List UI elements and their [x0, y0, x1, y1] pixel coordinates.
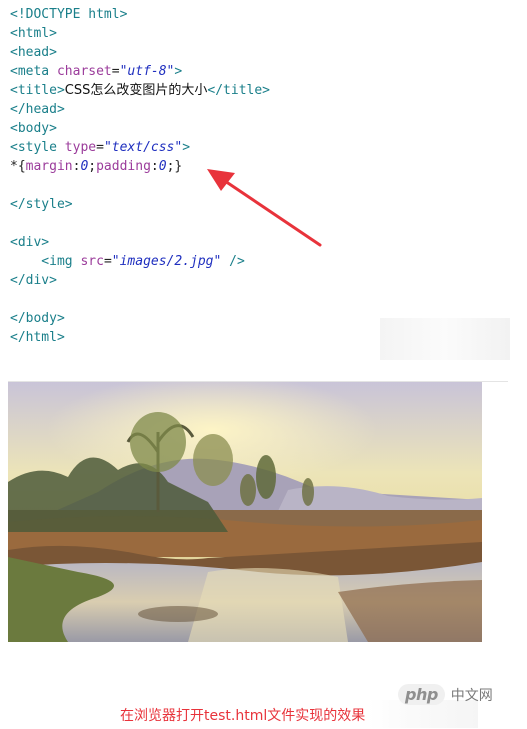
code-line: <!DOCTYPE html>: [10, 5, 270, 24]
code-string: "text/css": [103, 140, 183, 155]
code-token: <meta: [10, 64, 50, 79]
code-punc: =: [103, 254, 112, 269]
code-line: <meta charset="utf-8">: [10, 62, 270, 81]
code-token: <style: [10, 140, 57, 155]
red-arrow-icon: [207, 169, 322, 247]
code-attr: type: [64, 140, 97, 155]
caption-text: 在浏览器打开test.html文件实现的效果: [120, 708, 366, 724]
code-line: <head>: [10, 43, 270, 62]
code-token: </style>: [10, 197, 73, 212]
code-punc: ;: [88, 159, 97, 174]
code-token: </html>: [10, 330, 65, 345]
code-line: <body>: [10, 119, 270, 138]
code-punc: *{: [10, 159, 26, 174]
blurred-area: [380, 318, 510, 360]
code-token: </div>: [10, 273, 57, 288]
code-line: </body>: [10, 309, 270, 328]
code-attr: src: [80, 254, 104, 269]
code-text: CSS怎么改变图片的大小: [64, 83, 208, 98]
code-line: </head>: [10, 100, 270, 119]
code-punc: =: [96, 140, 104, 155]
code-token: <html>: [10, 26, 57, 41]
code-punc: =: [111, 64, 120, 79]
code-token: <img: [10, 254, 73, 269]
code-line: <title>CSS怎么改变图片的大小</title>: [10, 81, 270, 100]
code-token: <title>: [10, 83, 65, 98]
code-string: "images/2.jpg": [111, 254, 222, 269]
code-token: </head>: [10, 102, 65, 117]
code-token: <div>: [10, 235, 50, 250]
landscape-painting-image: [8, 382, 482, 642]
code-line: <img src="images/2.jpg" />: [10, 252, 270, 271]
code-punc: :: [150, 159, 159, 174]
code-string: "utf-8": [119, 64, 175, 79]
code-line: <style type="text/css">: [10, 138, 270, 157]
code-line: </div>: [10, 271, 270, 290]
php-cn-watermark: php 中文网: [398, 684, 493, 705]
code-prop: padding: [96, 159, 151, 174]
code-token: <!DOCTYPE html>: [10, 7, 128, 22]
code-token: >: [182, 140, 191, 155]
code-token: <body>: [10, 121, 57, 136]
php-logo-icon: php: [398, 684, 445, 705]
code-number: 0: [158, 159, 167, 174]
code-token: />: [221, 254, 245, 269]
code-token: <head>: [10, 45, 57, 60]
code-line: </html>: [10, 328, 270, 347]
watermark-text: 中文网: [450, 687, 493, 704]
code-token: </title>: [207, 83, 271, 98]
code-prop: margin: [25, 159, 73, 174]
code-line: <html>: [10, 24, 270, 43]
code-token: </body>: [10, 311, 65, 326]
code-punc: ;}: [166, 159, 183, 174]
code-token: >: [174, 64, 183, 79]
code-attr: charset: [56, 64, 112, 79]
